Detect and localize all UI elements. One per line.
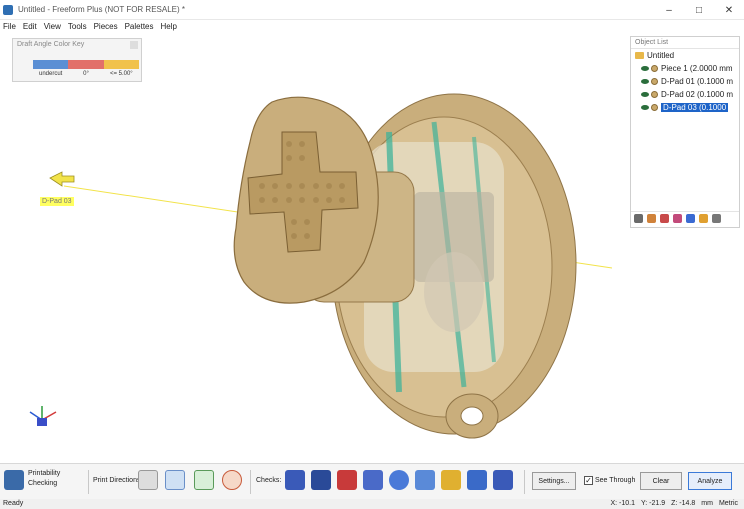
- color-icon[interactable]: [647, 214, 656, 223]
- toolbar-separator: [88, 470, 89, 494]
- lock-icon[interactable]: [699, 214, 708, 223]
- eye-icon[interactable]: [641, 92, 649, 97]
- object-list-item-label: Piece 1 (2.0000 mm: [661, 64, 733, 73]
- title-bar: Untitled - Freeform Plus (NOT FOR RESALE…: [0, 0, 744, 20]
- color-key-labels: undercut 0° <= 5.00°: [33, 71, 139, 77]
- delete-icon[interactable]: [712, 214, 721, 223]
- color-key-label: <= 5.00°: [109, 71, 133, 77]
- unit-system: Metric: [718, 500, 738, 507]
- panel-label-line2: Checking: [28, 480, 58, 487]
- app-icon: [3, 4, 13, 15]
- draft-swatch: [103, 60, 139, 69]
- piece-icon: [651, 104, 658, 111]
- object-list-item-label: D-Pad 02 (0.1000 m: [661, 90, 734, 99]
- object-list-root[interactable]: Untitled: [631, 49, 739, 62]
- menu-pieces[interactable]: Pieces: [94, 22, 118, 31]
- color-key-bar: [33, 60, 139, 69]
- printability-toolbar: Printability Checking Print Directions C…: [0, 463, 744, 499]
- mount-hole: [460, 406, 484, 426]
- object-list-root-label: Untitled: [647, 51, 675, 60]
- object-list-title: Object List: [631, 37, 739, 49]
- internal-cylinder: [424, 252, 484, 332]
- axis-gizmo: [29, 406, 57, 426]
- color-key-label: undercut: [38, 71, 63, 77]
- check-thickness-icon[interactable]: [285, 470, 305, 490]
- object-list-item-selected[interactable]: D-Pad 03 (0.1000: [631, 101, 739, 114]
- coord-y: Y: -21.9: [641, 500, 666, 507]
- coord-x: X: -10.1: [610, 500, 635, 507]
- close-icon[interactable]: ✕: [714, 0, 744, 20]
- see-through-label: See Through: [595, 477, 636, 484]
- object-list-panel: Object List Untitled Piece 1 (2.0000 mm …: [630, 36, 740, 228]
- object-list-tools: [631, 211, 739, 225]
- see-through-checkbox[interactable]: ✓: [584, 476, 593, 485]
- piece-icon: [651, 78, 658, 85]
- pin-icon[interactable]: [660, 214, 669, 223]
- eye-icon[interactable]: [641, 66, 649, 71]
- window-title: Untitled - Freeform Plus (NOT FOR RESALE…: [18, 5, 185, 14]
- folder-icon: [635, 52, 644, 59]
- object-list-item[interactable]: Piece 1 (2.0000 mm: [631, 62, 739, 75]
- check-trapped-icon[interactable]: [441, 470, 461, 490]
- menu-palettes[interactable]: Palettes: [125, 22, 154, 31]
- layers-icon[interactable]: [686, 214, 695, 223]
- eye-icon[interactable]: [641, 105, 649, 110]
- eye-icon[interactable]: [641, 79, 649, 84]
- coord-z: Z: -14.8: [671, 500, 696, 507]
- coord-unit: mm: [701, 500, 713, 507]
- menu-help[interactable]: Help: [161, 22, 177, 31]
- menu-edit[interactable]: Edit: [23, 22, 37, 31]
- clear-direction-icon[interactable]: [222, 470, 242, 490]
- printability-panel-icon[interactable]: [4, 470, 24, 490]
- check-undercut-icon[interactable]: [337, 470, 357, 490]
- direction-arrow-icon[interactable]: [165, 470, 185, 490]
- panel-label-line1: Printability: [28, 470, 61, 477]
- close-icon[interactable]: [130, 41, 138, 49]
- pen-direction-icon[interactable]: [138, 470, 158, 490]
- check-draft-icon[interactable]: [311, 470, 331, 490]
- checks-label: Checks:: [256, 477, 282, 484]
- check-rotation-icon[interactable]: [389, 470, 409, 490]
- object-list-item[interactable]: D-Pad 01 (0.1000 m: [631, 75, 739, 88]
- direction-label: D-Pad 03: [40, 197, 74, 206]
- print-directions-label: Print Directions: [93, 477, 141, 484]
- window-controls: – □ ✕: [654, 0, 744, 20]
- color-key-label: 0°: [83, 71, 89, 77]
- check-shell-icon[interactable]: [415, 470, 435, 490]
- toolbar-separator: [524, 470, 525, 494]
- check-overhang-icon[interactable]: [363, 470, 383, 490]
- menu-tools[interactable]: Tools: [68, 22, 87, 31]
- object-list-item-label: D-Pad 01 (0.1000 m: [661, 77, 734, 86]
- minimize-icon[interactable]: –: [654, 0, 684, 20]
- status-bar: Ready X: -10.1 Y: -21.9 Z: -14.8 mm Metr…: [0, 499, 744, 509]
- menu-file[interactable]: File: [3, 22, 16, 31]
- auto-direction-icon[interactable]: [194, 470, 214, 490]
- toolbar-separator: [250, 470, 251, 494]
- object-list-item-label: D-Pad 03 (0.1000: [661, 103, 729, 112]
- pen-icon[interactable]: [673, 214, 682, 223]
- color-key-title: Draft Angle Color Key: [17, 41, 85, 48]
- status-text: Ready: [3, 500, 24, 507]
- analyze-button[interactable]: Analyze: [688, 472, 732, 490]
- zero-swatch: [68, 60, 104, 69]
- check-clearance-icon[interactable]: [493, 470, 513, 490]
- cursor-coordinates: X: -10.1 Y: -21.9 Z: -14.8 mm Metric: [610, 500, 738, 507]
- object-list-item[interactable]: D-Pad 02 (0.1000 m: [631, 88, 739, 101]
- maximize-icon[interactable]: □: [684, 0, 714, 20]
- undercut-swatch: [33, 60, 69, 69]
- draft-angle-color-key: Draft Angle Color Key undercut 0° <= 5.0…: [12, 38, 142, 82]
- menu-bar: File Edit View Tools Pieces Palettes Hel…: [0, 20, 744, 32]
- clear-button[interactable]: Clear: [640, 472, 682, 490]
- check-volume-icon[interactable]: [467, 470, 487, 490]
- print-direction-arrow[interactable]: [49, 171, 75, 187]
- piece-icon: [651, 91, 658, 98]
- menu-view[interactable]: View: [44, 22, 61, 31]
- settings-button[interactable]: Settings...: [532, 472, 576, 490]
- piece-icon: [651, 65, 658, 72]
- tag-icon[interactable]: [634, 214, 643, 223]
